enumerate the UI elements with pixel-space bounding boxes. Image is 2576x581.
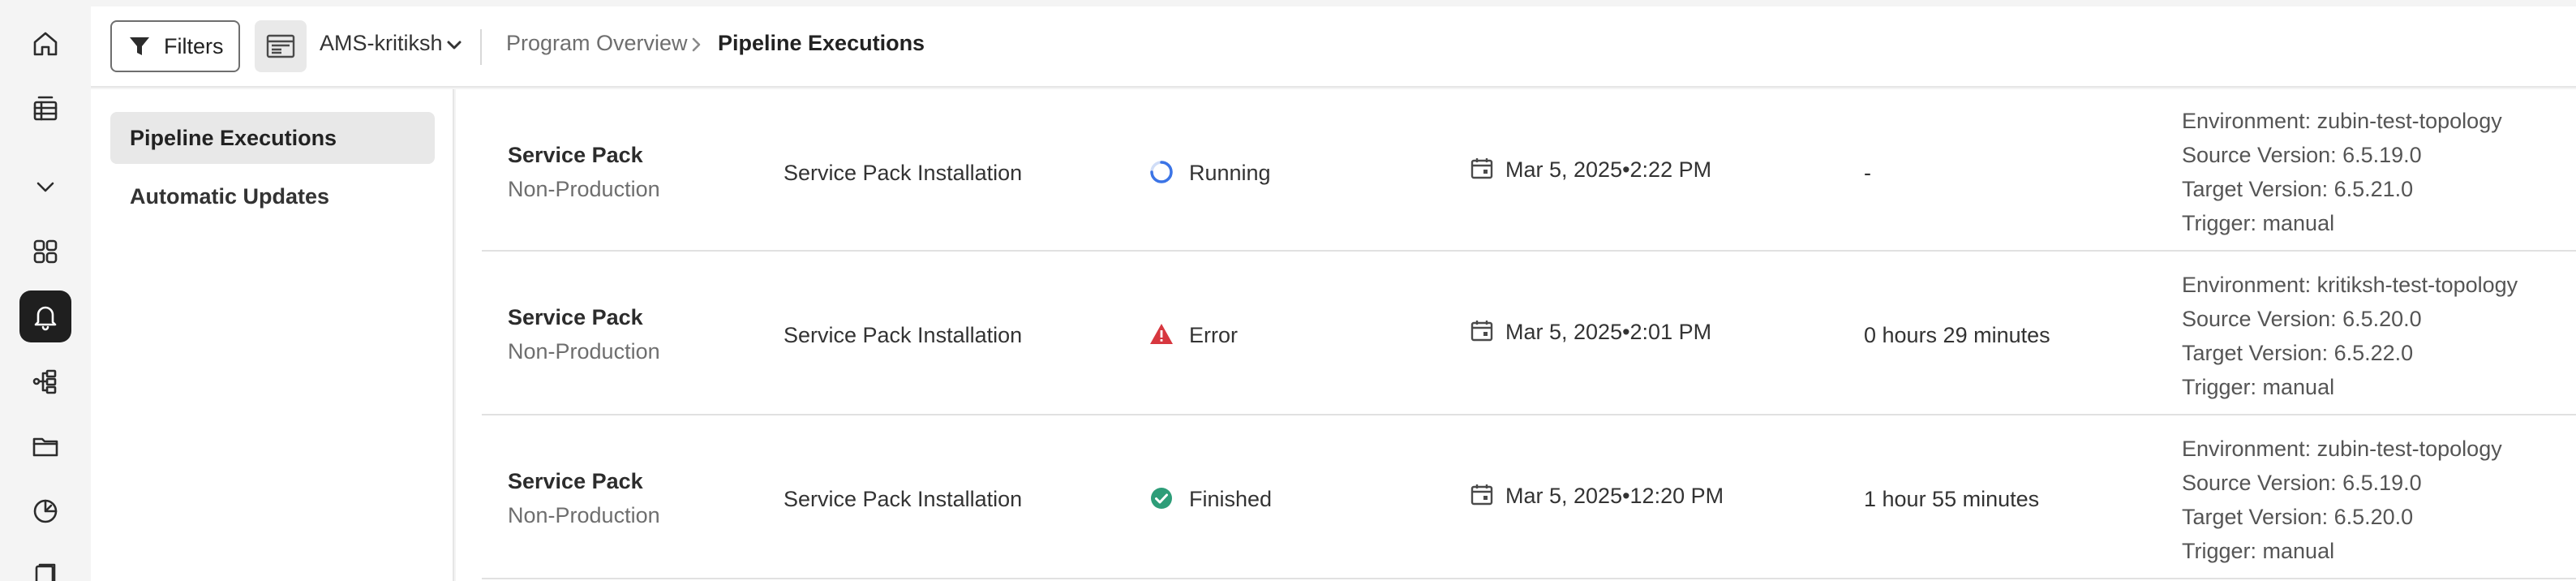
program-icon[interactable] (255, 20, 307, 72)
execution-date: Mar 5, 2025•12:20 PM (1505, 484, 1724, 508)
execution-details: Environment: zubin-test-topology Source … (2182, 432, 2502, 568)
execution-name: Service Pack Installation (784, 487, 1023, 511)
header-divider (480, 29, 482, 65)
execution-duration: - (1864, 161, 1871, 185)
reports-icon[interactable] (19, 550, 71, 581)
execution-duration: 1 hour 55 minutes (1864, 487, 2040, 511)
pipeline-icon[interactable] (19, 355, 71, 407)
pipeline-type: Service Pack (508, 143, 643, 167)
alert-triangle-icon (1148, 321, 1174, 347)
breadcrumb-program-overview[interactable]: Program Overview (506, 31, 688, 56)
nav-item-automatic-updates[interactable]: Automatic Updates (110, 170, 435, 222)
left-rail (0, 0, 91, 581)
chevron-right-icon (689, 36, 704, 54)
environment-type: Non-Production (508, 177, 660, 201)
execution-duration: 0 hours 29 minutes (1864, 323, 2050, 347)
status-text: Finished (1189, 487, 1273, 511)
filter-icon (130, 37, 149, 55)
calendar-icon (1470, 156, 1496, 182)
calendar-icon (1470, 318, 1496, 344)
detail-environment: Environment: zubin-test-topology (2182, 437, 2502, 461)
detail-trigger: Trigger: manual (2182, 211, 2335, 235)
breadcrumb-current: Pipeline Executions (718, 31, 925, 55)
bell-icon[interactable] (19, 290, 71, 342)
execution-details: Environment: zubin-test-topology Source … (2182, 104, 2502, 240)
execution-date: Mar 5, 2025•2:01 PM (1505, 320, 1712, 344)
status-text: Error (1189, 323, 1238, 347)
check-circle-icon (1148, 485, 1174, 511)
chevron-down-icon[interactable] (19, 161, 71, 213)
execution-details: Environment: kritiksh-test-topology Sour… (2182, 268, 2518, 404)
table-row[interactable]: Service Pack Non-Production Service Pack… (482, 417, 2576, 579)
detail-source-version: Source Version: 6.5.19.0 (2182, 143, 2422, 167)
detail-target-version: Target Version: 6.5.21.0 (2182, 177, 2414, 201)
detail-source-version: Source Version: 6.5.20.0 (2182, 307, 2422, 331)
dashboard-icon[interactable] (19, 485, 71, 537)
detail-target-version: Target Version: 6.5.22.0 (2182, 341, 2414, 365)
filters-label: Filters (164, 33, 224, 58)
detail-target-version: Target Version: 6.5.20.0 (2182, 505, 2414, 529)
execution-name: Service Pack Installation (784, 161, 1023, 185)
pipeline-type: Service Pack (508, 469, 643, 493)
status-text: Running (1189, 161, 1271, 185)
detail-trigger: Trigger: manual (2182, 539, 2335, 563)
detail-source-version: Source Version: 6.5.19.0 (2182, 471, 2422, 495)
pipeline-type: Service Pack (508, 305, 643, 329)
nav-item-pipeline-executions[interactable]: Pipeline Executions (110, 112, 435, 164)
app-window: Filters AMS-kritiksh Program Overview Pi… (0, 0, 2576, 581)
home-icon[interactable] (19, 18, 71, 70)
detail-environment: Environment: zubin-test-topology (2182, 109, 2502, 133)
detail-environment: Environment: kritiksh-test-topology (2182, 273, 2518, 297)
folder-icon[interactable] (19, 420, 71, 472)
execution-date: Mar 5, 2025•2:22 PM (1505, 157, 1712, 182)
side-navigation: Pipeline Executions Automatic Updates (91, 89, 454, 581)
detail-trigger: Trigger: manual (2182, 375, 2335, 399)
execution-name: Service Pack Installation (784, 323, 1023, 347)
program-selector-label[interactable]: AMS-kritiksh (320, 31, 443, 56)
table-icon[interactable] (19, 83, 71, 135)
filters-button[interactable]: Filters (110, 20, 240, 72)
calendar-icon (1470, 482, 1496, 508)
executions-list: Service Pack Non-Production Service Pack… (456, 89, 2576, 581)
apps-grid-icon[interactable] (19, 226, 71, 278)
chevron-down-icon[interactable] (444, 34, 465, 55)
top-header: Filters AMS-kritiksh Program Overview Pi… (91, 6, 2576, 88)
environment-type: Non-Production (508, 503, 660, 527)
table-row[interactable]: Service Pack Non-Production Service Pack… (482, 253, 2576, 415)
table-row[interactable]: Service Pack Non-Production Service Pack… (482, 89, 2576, 252)
environment-type: Non-Production (508, 339, 660, 364)
spinner-icon (1148, 159, 1174, 185)
